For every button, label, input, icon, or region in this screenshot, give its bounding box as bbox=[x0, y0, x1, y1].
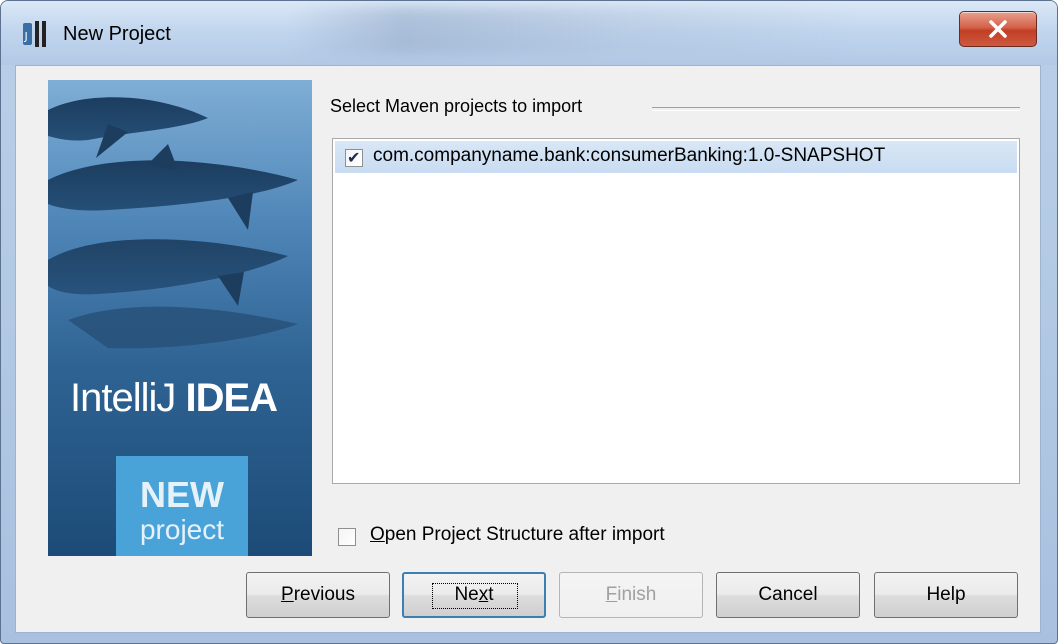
open-structure-label[interactable]: Open Project Structure after import bbox=[370, 524, 665, 546]
close-button[interactable] bbox=[959, 11, 1037, 47]
intellij-idea-logo: IntelliJ IDEA bbox=[70, 376, 278, 420]
close-icon bbox=[989, 20, 1007, 38]
window-title: New Project bbox=[63, 23, 171, 45]
previous-button[interactable]: Previous bbox=[246, 572, 390, 618]
list-item[interactable]: ✔ com.companyname.bank:consumerBanking:1… bbox=[335, 141, 1017, 173]
open-structure-checkbox[interactable] bbox=[338, 528, 356, 546]
new-project-dialog: J New Project IntelliJ IDEA NEW project … bbox=[0, 0, 1058, 644]
maven-group-title: Select Maven projects to import bbox=[330, 96, 583, 116]
group-separator bbox=[652, 107, 1020, 111]
badge-project: project bbox=[139, 514, 225, 545]
intellij-app-icon: J bbox=[23, 21, 46, 47]
project-label: com.companyname.bank:consumerBanking:1.0… bbox=[373, 145, 886, 166]
svg-text:J: J bbox=[24, 30, 28, 43]
intellij-banner: IntelliJ IDEA NEW project bbox=[48, 80, 312, 556]
dialog-content: IntelliJ IDEA NEW project Select Maven p… bbox=[15, 65, 1041, 633]
focus-rectangle bbox=[432, 583, 518, 609]
badge-new: NEW bbox=[140, 474, 224, 515]
checkmark-icon: ✔ bbox=[347, 148, 361, 167]
title-bar[interactable]: J New Project bbox=[1, 1, 1057, 65]
new-project-badge: NEW project bbox=[116, 456, 248, 556]
cancel-button[interactable]: Cancel bbox=[716, 572, 860, 618]
background-window-blur bbox=[291, 7, 851, 55]
finish-button: Finish bbox=[559, 572, 703, 618]
next-button[interactable]: Ne x t bbox=[402, 572, 546, 618]
project-checkbox[interactable]: ✔ bbox=[345, 148, 363, 167]
maven-projects-list[interactable]: ✔ com.companyname.bank:consumerBanking:1… bbox=[332, 138, 1020, 484]
help-button[interactable]: Help bbox=[874, 572, 1018, 618]
